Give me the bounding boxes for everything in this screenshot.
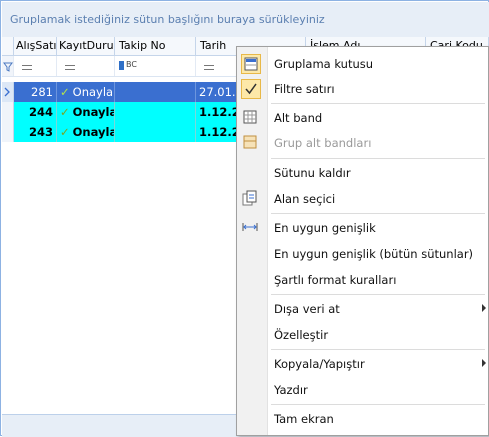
column-header-tarih-label: Tarih [200, 39, 227, 52]
cell-alissatis: 244 [14, 102, 57, 122]
menu-separator [271, 158, 485, 159]
menu-item-label: Kopyala/Yapıştır [274, 357, 365, 371]
group-by-panel[interactable]: Gruplamak istediğiniz sütun başlığını bu… [2, 2, 489, 38]
cell-takipno [115, 82, 196, 102]
menu-item-label: En uygun genişlik [274, 221, 376, 235]
column-header-alissatis[interactable]: AlışSatış [14, 37, 57, 55]
menu-separator [271, 213, 485, 214]
current-row-arrow-icon [4, 87, 10, 97]
cell-kayitdurum: ✓ Onaylar [57, 82, 115, 102]
menu-separator [271, 103, 485, 104]
cell-tarih: 1.12.20 [196, 122, 238, 142]
cell-takipno [115, 122, 196, 142]
menu-item-label: Özelleştir [274, 328, 329, 342]
cell-kayitdurum-text: Onayla [72, 105, 115, 119]
filter-icon [3, 62, 13, 72]
menu-item-full-screen[interactable]: Tam ekran [237, 407, 488, 431]
cell-kayitdurum-text: Onayla [72, 125, 115, 139]
filter-cell-tarih[interactable] [196, 56, 238, 76]
cell-kayitdurum-text: Onaylar [72, 85, 115, 99]
column-header-takipno[interactable]: Takip No [115, 37, 196, 55]
cell-kayitdurum: ✓ Onayla [57, 102, 115, 122]
filter-cell-alissatis[interactable] [14, 56, 57, 76]
menu-separator [271, 404, 485, 405]
best-fit-icon [241, 218, 261, 238]
cell-kayitdurum: ✓ Onayla [57, 122, 115, 142]
menu-item-label: Grup alt bandları [274, 136, 372, 150]
approved-check-icon: ✓ [60, 125, 70, 139]
row-indicator [2, 102, 14, 122]
approved-check-icon: ✓ [60, 85, 70, 99]
menu-item-label: Yazdır [274, 383, 308, 397]
menu-separator [271, 349, 485, 350]
group-panel-hint: Gruplamak istediğiniz sütun başlığını bu… [10, 13, 325, 26]
menu-item-group-box[interactable]: Gruplama kutusu [237, 52, 488, 76]
menu-item-field-chooser[interactable]: Alan seçici [237, 187, 488, 211]
menu-item-print[interactable]: Yazdır [237, 378, 488, 402]
menu-separator [271, 294, 485, 295]
cell-tarih: 1.12.20 [196, 102, 238, 122]
group-box-icon [241, 54, 261, 74]
filter-cell-takipno[interactable]: BC [115, 56, 196, 76]
footer-band-icon [241, 108, 261, 128]
menu-item-group-footers[interactable]: Grup alt bandları [237, 131, 488, 155]
menu-item-best-fit[interactable]: En uygun genişlik [237, 216, 488, 240]
row-indicator [2, 82, 14, 102]
menu-item-label: Tam ekran [274, 412, 334, 426]
menu-item-footer-band[interactable]: Alt band [237, 106, 488, 130]
menu-item-copy-paste[interactable]: Kopyala/Yapıştır [237, 352, 488, 376]
menu-item-label: En uygun genişlik (bütün sütunlar) [274, 247, 474, 261]
menu-item-label: Sütunu kaldır [274, 166, 351, 180]
filter-cell-kayitdurum[interactable] [57, 56, 115, 76]
checkmark-icon [241, 79, 261, 99]
column-context-menu: Gruplama kutusu Filtre satırı Alt band G… [236, 46, 489, 436]
menu-item-filter-row[interactable]: Filtre satırı [237, 77, 488, 101]
submenu-arrow-icon [482, 359, 486, 367]
menu-item-label: Gruplama kutusu [274, 57, 374, 71]
menu-item-export[interactable]: Dışa veri at [237, 297, 488, 321]
submenu-arrow-icon [482, 304, 486, 312]
equals-icon [65, 65, 75, 70]
filter-indicator [2, 56, 14, 76]
approved-check-icon: ✓ [60, 105, 70, 119]
column-header-kayitdurum[interactable]: KayıtDurum [57, 37, 115, 55]
menu-item-label: Şartlı format kuralları [274, 273, 397, 287]
menu-item-remove-column[interactable]: Sütunu kaldır [237, 161, 488, 185]
equals-icon [204, 65, 214, 70]
cell-tarih: 27.01.20 [196, 82, 238, 102]
text-filter-icon [119, 61, 124, 70]
field-chooser-icon [241, 189, 261, 209]
menu-item-best-fit-all[interactable]: En uygun genişlik (bütün sütunlar) [237, 242, 488, 266]
menu-item-label: Filtre satırı [274, 82, 335, 96]
menu-item-label: Alt band [274, 111, 323, 125]
menu-item-label: Alan seçici [274, 192, 336, 206]
menu-item-label: Dışa veri at [274, 302, 340, 316]
menu-item-conditional-format[interactable]: Şartlı format kuralları [237, 268, 488, 292]
equals-icon [22, 65, 32, 70]
menu-item-customize[interactable]: Özelleştir [237, 323, 488, 347]
group-footer-icon [241, 133, 261, 153]
header-indicator [2, 37, 14, 55]
row-indicator [2, 122, 14, 142]
cell-alissatis: 243 [14, 122, 57, 142]
cell-takipno [115, 102, 196, 122]
cell-alissatis: 281 [14, 82, 57, 102]
